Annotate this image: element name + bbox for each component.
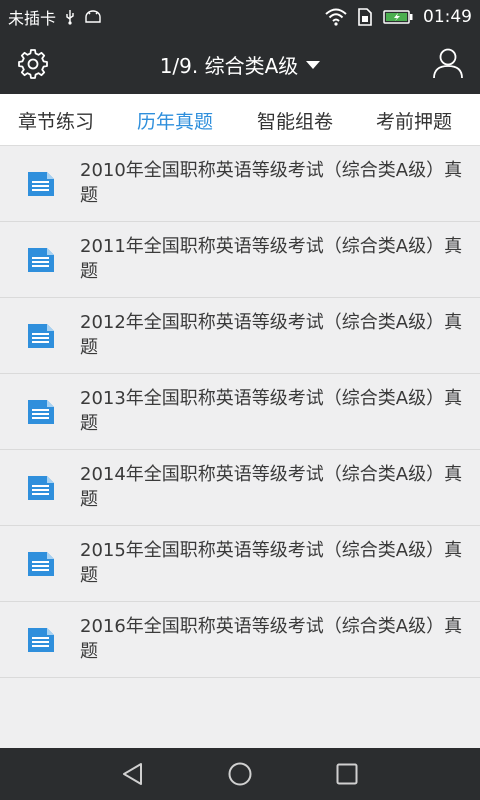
paper-title: 2016年全国职称英语等级考试（综合类A级）真题 [80, 616, 463, 662]
gear-icon[interactable] [18, 49, 48, 79]
user-icon[interactable] [432, 47, 464, 79]
document-icon [28, 400, 54, 424]
document-icon [28, 476, 54, 500]
tab-smart-paper[interactable]: 智能组卷 [257, 94, 333, 146]
sim-icon [358, 8, 372, 26]
system-nav-bar [0, 748, 480, 800]
paper-title: 2015年全国职称英语等级考试（综合类A级）真题 [80, 540, 463, 586]
list-item[interactable]: 2013年全国职称英语等级考试（综合类A级）真题 [0, 374, 480, 450]
status-left: 未插卡 [8, 0, 102, 34]
caret-down-icon [306, 61, 321, 69]
document-icon [28, 628, 54, 652]
home-icon[interactable] [227, 761, 253, 787]
paper-title: 2014年全国职称英语等级考试（综合类A级）真题 [80, 464, 463, 510]
paper-list: 2010年全国职称英语等级考试（综合类A级）真题 2011年全国职称英语等级考试… [0, 146, 480, 678]
page-title: 1/9. 综合类A级 [159, 53, 299, 78]
status-bar: 未插卡 01:49 [0, 0, 480, 34]
list-item[interactable]: 2015年全国职称英语等级考试（综合类A级）真题 [0, 526, 480, 602]
document-icon [28, 172, 54, 196]
list-item[interactable]: 2014年全国职称英语等级考试（综合类A级）真题 [0, 450, 480, 526]
document-icon [28, 248, 54, 272]
tab-bar: 章节练习 历年真题 智能组卷 考前押题 [0, 94, 480, 146]
app-bar: 1/9. 综合类A级 [0, 34, 480, 94]
usb-icon [66, 10, 74, 25]
list-item[interactable]: 2010年全国职称英语等级考试（综合类A级）真题 [0, 146, 480, 222]
list-item[interactable]: 2012年全国职称英语等级考试（综合类A级）真题 [0, 298, 480, 374]
android-debug-icon [85, 10, 101, 23]
back-icon[interactable] [120, 761, 146, 787]
paper-title: 2011年全国职称英语等级考试（综合类A级）真题 [80, 236, 463, 282]
course-selector[interactable]: 1/9. 综合类A级 [100, 34, 380, 94]
status-time: 01:49 [423, 7, 472, 27]
tab-pre-exam[interactable]: 考前押题 [376, 94, 452, 146]
list-item[interactable]: 2011年全国职称英语等级考试（综合类A级）真题 [0, 222, 480, 298]
status-right: 01:49 [325, 0, 472, 34]
wifi-icon [325, 8, 347, 26]
battery-icon [383, 10, 413, 24]
paper-title: 2012年全国职称英语等级考试（综合类A级）真题 [80, 312, 463, 358]
paper-title: 2013年全国职称英语等级考试（综合类A级）真题 [80, 388, 463, 434]
carrier-text: 未插卡 [8, 9, 57, 28]
document-icon [28, 324, 54, 348]
recents-icon[interactable] [334, 761, 360, 787]
list-item[interactable]: 2016年全国职称英语等级考试（综合类A级）真题 [0, 602, 480, 678]
paper-title: 2010年全国职称英语等级考试（综合类A级）真题 [80, 160, 463, 206]
tab-chapter-practice[interactable]: 章节练习 [18, 94, 94, 146]
document-icon [28, 552, 54, 576]
tab-past-exams[interactable]: 历年真题 [137, 94, 213, 146]
